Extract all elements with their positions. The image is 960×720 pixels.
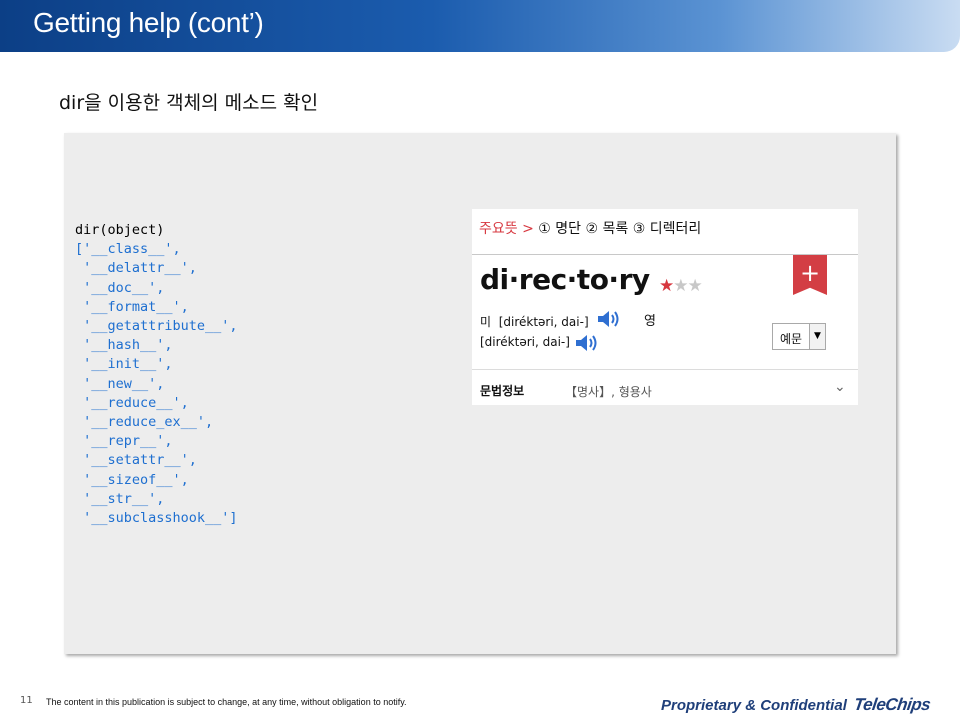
- importance-stars: ★★★: [659, 276, 703, 296]
- add-wordbook-button[interactable]: +: [793, 255, 827, 295]
- code-block: dir(object) ['__class__', '__delattr__',…: [75, 221, 238, 528]
- speaker-icon[interactable]: [574, 332, 600, 354]
- grammar-label: 문법정보: [480, 384, 525, 398]
- speaker-icon[interactable]: [596, 308, 622, 330]
- pron-uk-label: 영: [644, 314, 656, 329]
- code-line: '__reduce__',: [75, 394, 189, 411]
- dictionary-card: 주요뜻 > ① 명단 ② 목록 ③ 디렉터리 di·rec·to·ry ★★★ …: [472, 209, 858, 405]
- pronunciation-us: 미 [diréktəri, dai-]: [480, 313, 589, 330]
- main-meaning-text: ① 명단 ② 목록 ③ 디렉터리: [538, 221, 702, 237]
- code-line: '__delattr__',: [75, 260, 197, 277]
- code-line: ['__class__',: [75, 241, 181, 258]
- pron-us-label: 미: [480, 315, 492, 329]
- example-select-value: 예문: [780, 332, 803, 346]
- telechips-logo: TeleChips: [852, 695, 932, 714]
- code-line: '__new__',: [75, 375, 165, 392]
- title-bar: Getting help (cont’): [0, 0, 960, 52]
- main-meaning-label[interactable]: 주요뜻 >: [479, 221, 534, 237]
- slide-title: Getting help (cont’): [33, 7, 264, 38]
- code-call: dir(object): [75, 222, 165, 238]
- example-select[interactable]: 예문 ▼: [772, 323, 826, 350]
- pron-uk-text: [diréktəri, dai-]: [480, 335, 570, 349]
- code-line: '__hash__',: [75, 337, 173, 354]
- main-meaning: 주요뜻 > ① 명단 ② 목록 ③ 디렉터리: [479, 218, 701, 238]
- chevron-down-icon[interactable]: ⌄: [834, 379, 846, 395]
- page-number: 11: [20, 695, 33, 706]
- code-line: '__reduce_ex__',: [75, 414, 214, 431]
- code-line: '__str__',: [75, 490, 165, 507]
- disclaimer: The content in this publication is subje…: [46, 697, 407, 707]
- proprietary-label: Proprietary & Confidential: [661, 697, 847, 714]
- pron-us-text: [diréktəri, dai-]: [498, 315, 589, 329]
- code-line: '__sizeof__',: [75, 471, 189, 488]
- grammar-value: 【명사】, 형용사: [565, 385, 652, 399]
- divider: [472, 254, 858, 255]
- code-line: '__setattr__',: [75, 452, 197, 469]
- dropdown-arrow-icon[interactable]: ▼: [809, 324, 825, 349]
- star-empty-icon: ★★: [673, 276, 703, 296]
- code-line: '__subclasshook__']: [75, 510, 238, 527]
- star-filled-icon: ★: [659, 276, 674, 296]
- headword: di·rec·to·ry: [480, 263, 650, 296]
- code-line: '__repr__',: [75, 433, 173, 450]
- divider: [472, 369, 858, 370]
- code-line: '__format__',: [75, 298, 189, 315]
- code-line: '__doc__',: [75, 279, 165, 296]
- code-line: '__getattribute__',: [75, 318, 238, 335]
- slide-subtitle: dir을 이용한 객체의 메소드 확인: [59, 92, 319, 114]
- code-line: '__init__',: [75, 356, 173, 373]
